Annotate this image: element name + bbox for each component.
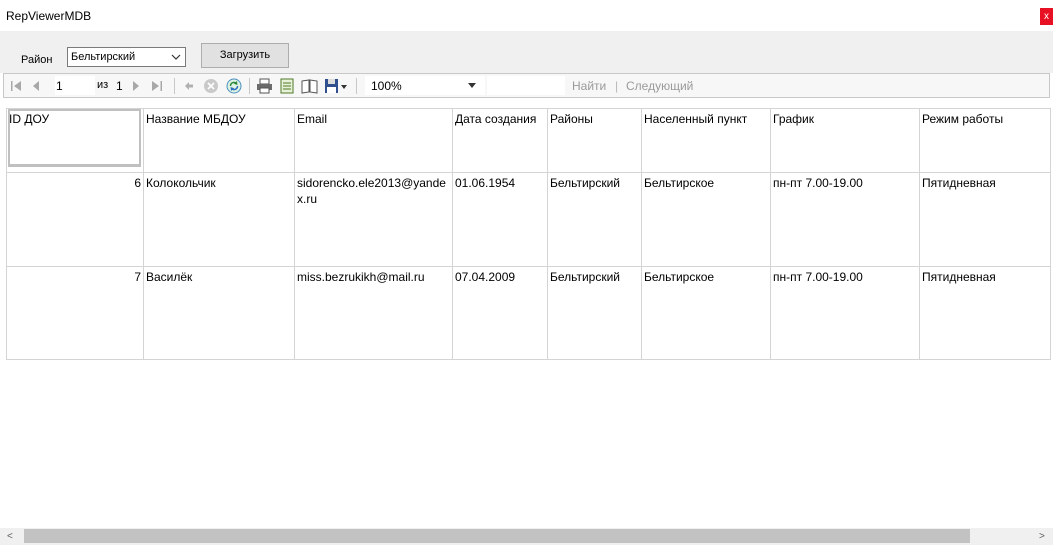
rayon-select-value: Бельтирский [71, 51, 136, 63]
column-header-id-label: ID ДОУ [9, 112, 50, 126]
previous-page-icon[interactable] [31, 78, 41, 94]
column-header-schedule: График [770, 108, 920, 173]
rayon-select[interactable]: Бельтирский [67, 47, 186, 67]
table-header-row: ID ДОУ Название МБДОУ Email Дата создани… [6, 108, 1051, 173]
cell-created: 01.06.1954 [452, 172, 548, 267]
table-row: 7 Василёк miss.bezrukikh@mail.ru 07.04.2… [6, 266, 1051, 360]
cell-id: 7 [6, 266, 144, 360]
report-table: ID ДОУ Название МБДОУ Email Дата создани… [6, 108, 1051, 360]
cell-settlement: Бельтирское [641, 266, 771, 360]
filter-panel: Район Бельтирский Загрузить [0, 31, 1053, 73]
print-icon[interactable] [256, 78, 273, 94]
cell-settlement: Бельтирское [641, 172, 771, 267]
toolbar-separator [356, 78, 357, 94]
page-total: 1 [116, 79, 123, 93]
cell-mode: Пятидневная [919, 266, 1051, 360]
cell-email: miss.bezrukikh@mail.ru [294, 266, 453, 360]
first-page-icon[interactable] [10, 78, 22, 94]
back-icon[interactable] [182, 78, 194, 94]
find-next-link[interactable]: Следующий [626, 79, 693, 93]
cell-name: Колокольчик [143, 172, 295, 267]
cell-mode: Пятидневная [919, 172, 1051, 267]
column-header-email: Email [294, 108, 453, 173]
cell-email: sidorencko.ele2013@yandex.ru [294, 172, 453, 267]
cell-district: Бельтирский [547, 266, 642, 360]
page-setup-icon[interactable] [301, 78, 318, 94]
zoom-select[interactable]: 100% [365, 76, 485, 95]
column-header-name: Название МБДОУ [143, 108, 295, 173]
table-row: 6 Колокольчик sidorencko.ele2013@yandex.… [6, 172, 1051, 267]
title-bar: RepViewerMDB x [0, 0, 1053, 31]
column-header-id[interactable]: ID ДОУ [6, 108, 144, 173]
page-number-input[interactable]: 1 [55, 76, 95, 95]
report-area: ID ДОУ Название МБДОУ Email Дата создани… [0, 98, 1053, 528]
cell-id: 6 [6, 172, 144, 267]
column-header-settlement: Населенный пункт [641, 108, 771, 173]
cell-schedule: пн-пт 7.00-19.00 [770, 172, 920, 267]
column-header-mode: Режим работы [919, 108, 1051, 173]
last-page-icon[interactable] [151, 78, 163, 94]
find-link[interactable]: Найти [572, 79, 606, 93]
scroll-left-arrow[interactable]: < [7, 531, 13, 542]
horizontal-scrollbar[interactable]: < > [0, 528, 1053, 545]
export-icon[interactable] [324, 78, 348, 94]
print-layout-icon[interactable] [279, 78, 295, 94]
toolbar-separator [249, 78, 250, 94]
cell-name: Василёк [143, 266, 295, 360]
cell-district: Бельтирский [547, 172, 642, 267]
scroll-right-arrow[interactable]: > [1039, 531, 1045, 542]
page-number-value: 1 [56, 79, 63, 93]
load-button[interactable]: Загрузить [201, 43, 289, 68]
zoom-value: 100% [371, 79, 402, 93]
cell-schedule: пн-пт 7.00-19.00 [770, 266, 920, 360]
stop-icon[interactable] [203, 78, 219, 94]
column-header-created: Дата создания [452, 108, 548, 173]
page-of-label: из [97, 79, 109, 91]
zoom-dropdown-icon [468, 83, 476, 88]
window-title: RepViewerMDB [6, 9, 92, 23]
report-toolbar: 1 из 1 100% Найти | Следующий [3, 73, 1050, 98]
rayon-label: Район [21, 54, 53, 66]
chevron-down-icon [171, 54, 181, 60]
find-text-input[interactable] [487, 76, 565, 95]
next-page-icon[interactable] [131, 78, 141, 94]
close-button[interactable]: x [1040, 8, 1053, 25]
column-header-district: Районы [547, 108, 642, 173]
refresh-icon[interactable] [226, 78, 242, 94]
find-separator: | [615, 79, 619, 93]
cell-created: 07.04.2009 [452, 266, 548, 360]
toolbar-separator [174, 78, 175, 94]
scrollbar-thumb[interactable] [24, 529, 970, 543]
